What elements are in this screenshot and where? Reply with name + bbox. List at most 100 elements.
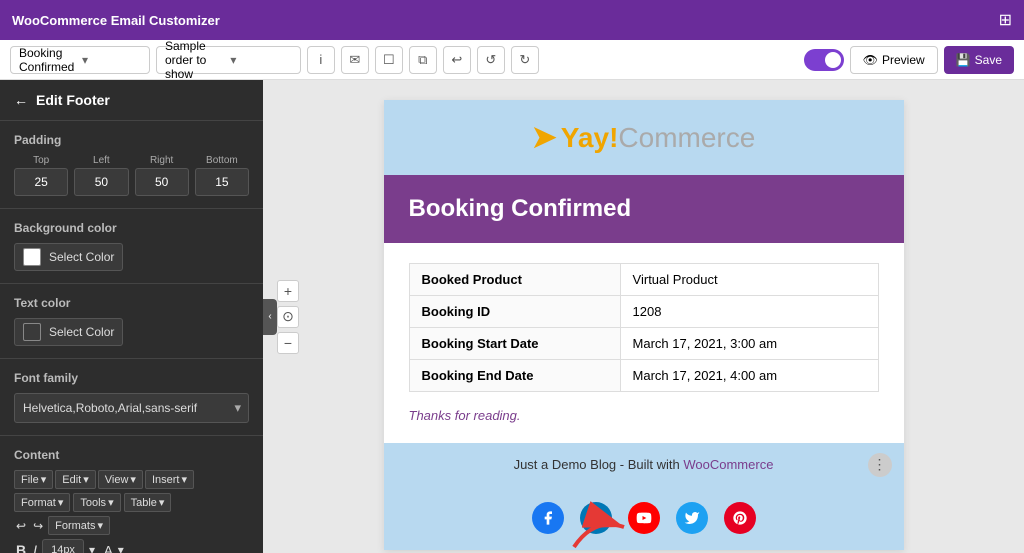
font-family-wrap: Helvetica,Roboto,Arial,sans-serif (14, 393, 249, 423)
twitter-icon[interactable] (676, 502, 708, 534)
commerce-text: Commerce (618, 122, 755, 153)
table-cell-value: March 17, 2021, 4:00 am (620, 360, 878, 392)
preview-area: + ⊙ − ➤Yay!Commerce Booking Confirmed (263, 80, 1024, 553)
font-size-input[interactable] (42, 539, 84, 553)
booking-table: Booked Product Virtual Product Booking I… (409, 263, 879, 392)
table-row: Booking ID 1208 (409, 296, 878, 328)
redo2-button[interactable]: ↻ (511, 46, 539, 74)
padding-top-group: Top (14, 155, 68, 196)
sidebar: ← Edit Footer Padding Top Left Right (0, 80, 263, 553)
bold-btn[interactable]: B (14, 540, 28, 553)
text-color-title: Text color (14, 296, 249, 310)
yay-logo: ➤Yay!Commerce (404, 120, 884, 155)
copy-button[interactable]: ⧉ (409, 46, 437, 74)
redo1-button[interactable]: ↺ (477, 46, 505, 74)
table-cell-label: Booking End Date (409, 360, 620, 392)
padding-top-label: Top (14, 155, 68, 166)
formats-btn[interactable]: Formats ▾ (48, 516, 110, 535)
footer-link[interactable]: WooCommerce (683, 457, 773, 472)
content-menu-row: File ▾ Edit ▾ View ▾ Insert ▾ (14, 470, 249, 489)
eye-icon: 👁 (863, 53, 878, 67)
padding-right-label: Right (135, 155, 189, 166)
text-color-section: Text color Select Color (0, 284, 263, 359)
thanks-text: Thanks for reading. (409, 408, 879, 423)
table-cell-value: March 17, 2021, 3:00 am (620, 328, 878, 360)
content-menu-row2: Format ▾ Tools ▾ Table ▾ (14, 493, 249, 512)
pinterest-icon[interactable] (724, 502, 756, 534)
table-row: Booking Start Date March 17, 2021, 3:00 … (409, 328, 878, 360)
footer-menu-icon[interactable]: ⋮ (868, 453, 892, 477)
table-row: Booking End Date March 17, 2021, 4:00 am (409, 360, 878, 392)
handle-icon: ‹ (268, 311, 271, 322)
text-color-button[interactable]: Select Color (14, 318, 123, 346)
zoom-out-button[interactable]: − (277, 332, 299, 354)
bg-color-button[interactable]: Select Color (14, 243, 123, 271)
font-color-btn[interactable]: ▾ (116, 541, 126, 553)
padding-right-group: Right (135, 155, 189, 196)
font-size-down-btn[interactable]: ▾ (87, 541, 97, 553)
sample-select[interactable]: Sample order to show ▾ (156, 46, 301, 74)
padding-top-input[interactable] (14, 168, 68, 196)
content-section: Content File ▾ Edit ▾ View ▾ Insert ▾ (0, 436, 263, 553)
footer-text: Just a Demo Blog - Built with WooCommerc… (514, 457, 774, 472)
sample-select-caret: ▾ (230, 53, 291, 67)
email-social (384, 486, 904, 550)
email-body: Booked Product Virtual Product Booking I… (384, 243, 904, 443)
table-cell-label: Booking ID (409, 296, 620, 328)
italic-btn[interactable]: I (31, 540, 39, 553)
booking-select-caret: ▾ (82, 53, 141, 67)
main-area: ← Edit Footer Padding Top Left Right (0, 80, 1024, 553)
sidebar-header: ← Edit Footer (0, 80, 263, 121)
preview-button[interactable]: 👁 Preview (850, 46, 938, 74)
menu-view[interactable]: View ▾ (98, 470, 143, 489)
email-title-bar: Booking Confirmed (384, 175, 904, 243)
yay-text: Yay! (561, 122, 619, 153)
table-cell-value: Virtual Product (620, 264, 878, 296)
table-row: Booked Product Virtual Product (409, 264, 878, 296)
bg-color-swatch (23, 248, 41, 266)
info-button[interactable]: i (307, 46, 335, 74)
email-preview: ➤Yay!Commerce Booking Confirmed Booked P… (384, 100, 904, 550)
undo-button[interactable]: ↩ (443, 46, 471, 74)
email-button[interactable]: ✉ (341, 46, 369, 74)
padding-right-input[interactable] (135, 168, 189, 196)
menu-insert[interactable]: Insert ▾ (145, 470, 194, 489)
facebook-icon[interactable] (532, 502, 564, 534)
bg-color-title: Background color (14, 221, 249, 235)
menu-file[interactable]: File ▾ (14, 470, 53, 489)
table-cell-label: Booked Product (409, 264, 620, 296)
email-footer: Just a Demo Blog - Built with WooCommerc… (384, 443, 904, 486)
content-editor-row: ↩ ↪ Formats ▾ (14, 516, 249, 535)
logo-arrow: ➤ (532, 121, 557, 154)
menu-format[interactable]: Format ▾ (14, 493, 70, 512)
app-title: WooCommerce Email Customizer (12, 13, 991, 28)
arrow-indicator (564, 497, 654, 553)
booking-select[interactable]: Booking Confirmed ▾ (10, 46, 150, 74)
font-family-select[interactable]: Helvetica,Roboto,Arial,sans-serif (14, 393, 249, 423)
zoom-controls: + ⊙ − (277, 280, 299, 354)
padding-left-label: Left (74, 155, 128, 166)
text-color-swatch (23, 323, 41, 341)
doc-button[interactable]: ☐ (375, 46, 403, 74)
zoom-in-button[interactable]: + (277, 280, 299, 302)
grid-icon[interactable]: ⊞ (999, 10, 1012, 30)
menu-tools[interactable]: Tools ▾ (73, 493, 120, 512)
sidebar-back-arrow[interactable]: ← (14, 92, 28, 108)
padding-title: Padding (14, 133, 249, 147)
sidebar-handle[interactable]: ‹ (263, 299, 277, 335)
padding-bottom-group: Bottom (195, 155, 249, 196)
table-cell-value: 1208 (620, 296, 878, 328)
save-icon: 💾 (956, 53, 971, 67)
menu-table[interactable]: Table ▾ (124, 493, 172, 512)
table-cell-label: Booking Start Date (409, 328, 620, 360)
padding-bottom-input[interactable] (195, 168, 249, 196)
zoom-reset-button[interactable]: ⊙ (277, 306, 299, 328)
toggle-switch[interactable] (804, 49, 844, 71)
padding-left-input[interactable] (74, 168, 128, 196)
redo-editor-btn[interactable]: ↪ (31, 517, 45, 535)
email-title: Booking Confirmed (409, 195, 879, 223)
menu-edit[interactable]: Edit ▾ (55, 470, 96, 489)
toggle-wrap (804, 49, 844, 71)
save-button[interactable]: 💾 Save (944, 46, 1014, 74)
undo-editor-btn[interactable]: ↩ (14, 517, 28, 535)
